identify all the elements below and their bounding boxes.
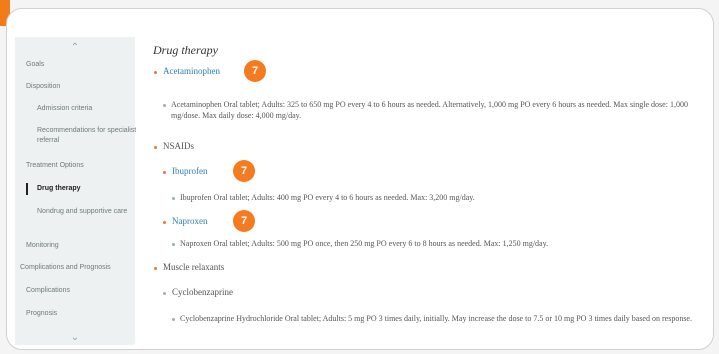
cyclobenzaprine-heading: Cyclobenzaprine: [172, 287, 233, 297]
main-panel: ⌃ Goals Disposition Admission criteria R…: [6, 8, 714, 350]
evidence-badge[interactable]: 7: [233, 160, 255, 182]
naproxen-link[interactable]: Naproxen: [172, 216, 208, 227]
sidebar-item-complications-prognosis[interactable]: Complications and Prognosis: [20, 263, 111, 273]
ibuprofen-dosing-text: Ibuprofen Oral tablet; Adults: 400 mg PO…: [180, 193, 475, 202]
sidebar-item-goals[interactable]: Goals: [26, 60, 44, 70]
sidebar-item-nondrug-care[interactable]: Nondrug and supportive care: [37, 207, 137, 217]
bullet-marker: [154, 267, 157, 270]
evidence-badge[interactable]: 7: [233, 210, 255, 232]
sidebar-item-prognosis[interactable]: Prognosis: [26, 309, 57, 319]
bullet-marker: [163, 104, 166, 107]
bullet-marker: [172, 197, 175, 200]
chevron-down-icon[interactable]: ⌄: [68, 333, 82, 343]
nsaids-heading: NSAIDs: [163, 141, 195, 151]
naproxen-dosing-text: Naproxen Oral tablet; Adults: 500 mg PO …: [180, 239, 549, 248]
muscle-relaxants-heading: Muscle relaxants: [163, 262, 225, 272]
sidebar-nav: ⌃ Goals Disposition Admission criteria R…: [15, 37, 137, 345]
ibuprofen-link[interactable]: Ibuprofen: [172, 166, 208, 177]
bullet-marker: [172, 318, 175, 321]
sidebar-item-specialist-referral[interactable]: Recommendations for specialist referral: [37, 126, 137, 146]
bullet-marker: [172, 243, 175, 246]
bullet-marker: [163, 171, 166, 174]
sidebar-item-admission-criteria[interactable]: Admission criteria: [37, 104, 92, 114]
bullet-marker: [154, 146, 157, 149]
acetaminophen-dosing-text: Acetaminophen Oral tablet; Adults: 325 t…: [171, 100, 688, 120]
sidebar-item-monitoring[interactable]: Monitoring: [26, 241, 59, 251]
section-title: Drug therapy: [153, 43, 218, 57]
chevron-up-icon[interactable]: ⌃: [68, 43, 82, 53]
sidebar-item-complications[interactable]: Complications: [26, 286, 70, 296]
acetaminophen-link[interactable]: Acetaminophen: [163, 66, 220, 77]
sidebar-item-treatment-options[interactable]: Treatment Options: [26, 161, 84, 171]
bullet-marker: [163, 221, 166, 224]
active-indicator: [26, 183, 28, 195]
evidence-badge[interactable]: 7: [244, 60, 266, 82]
cyclobenzaprine-dosing-text: Cyclobenzaprine Hydrochloride Oral table…: [180, 314, 692, 323]
bullet-marker: [163, 292, 166, 295]
bullet-marker: [154, 71, 157, 74]
sidebar-item-disposition[interactable]: Disposition: [26, 82, 60, 92]
sidebar-item-drug-therapy[interactable]: Drug therapy: [37, 184, 81, 194]
